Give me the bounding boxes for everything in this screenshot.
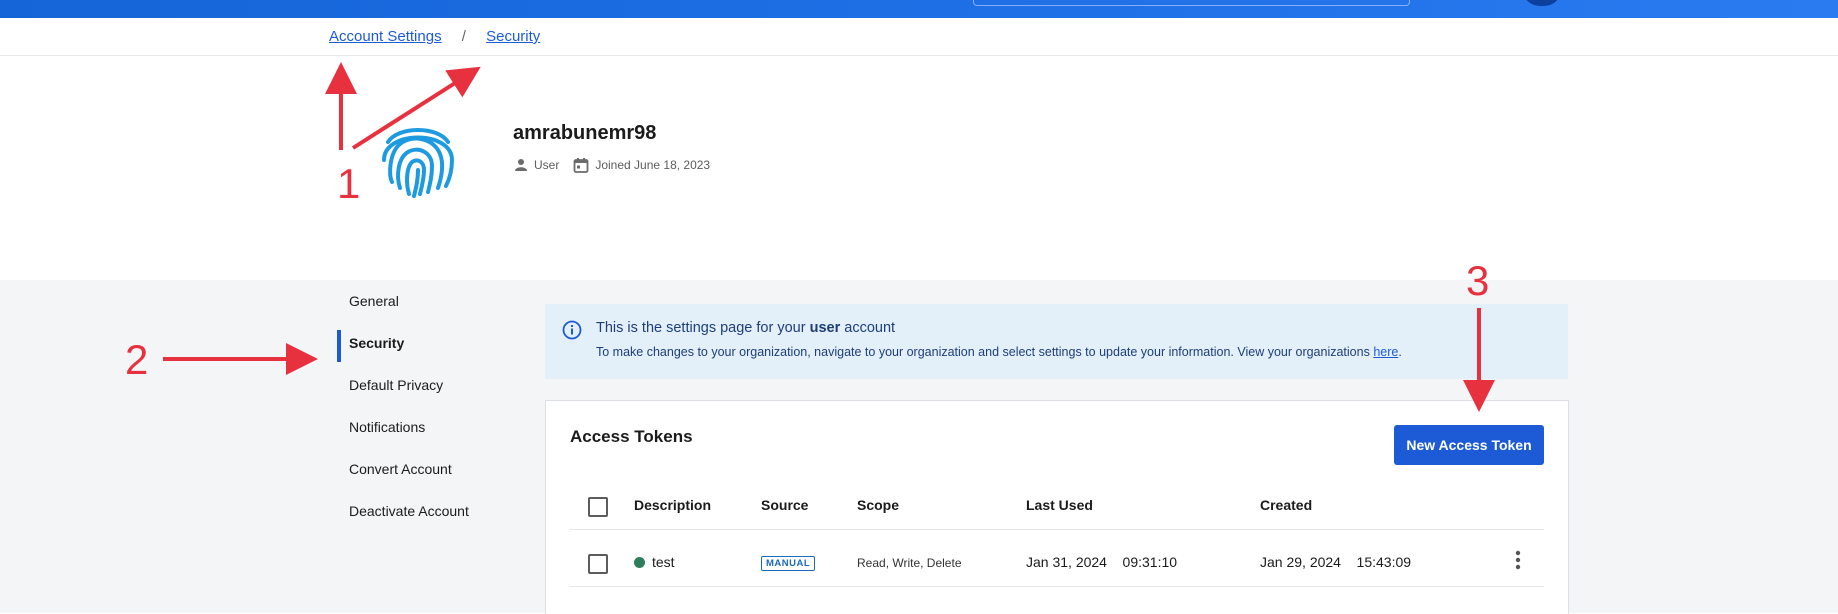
sidebar-item-default-privacy[interactable]: Default Privacy (337, 364, 507, 406)
access-tokens-title: Access Tokens (570, 427, 693, 446)
row-select-checkbox[interactable] (588, 554, 608, 574)
token-created: Jan 29, 2024 15:43:09 (1260, 554, 1411, 570)
global-search-input[interactable] (973, 0, 1410, 6)
banner-title-emphasis: user (809, 320, 841, 336)
annotation-number-3: 3 (1466, 257, 1490, 304)
settings-content: General Security Default Privacy Notific… (0, 280, 1838, 614)
info-banner: This is the settings page for your user … (545, 304, 1568, 379)
last-used-time: 09:31:10 (1122, 554, 1178, 570)
breadcrumb-divider (0, 55, 1838, 56)
user-avatar[interactable] (1522, 0, 1562, 6)
token-scope: Read, Write, Delete (857, 556, 962, 570)
sidebar-item-security[interactable]: Security (337, 322, 507, 364)
new-access-token-button[interactable]: New Access Token (1394, 425, 1544, 465)
active-status-dot (634, 557, 645, 568)
breadcrumb-separator: / (461, 28, 466, 45)
profile-joined-label: Joined June 18, 2023 (595, 158, 711, 172)
banner-title-suffix: account (844, 320, 896, 336)
banner-title-prefix: This is the settings page for your (596, 320, 806, 336)
last-used-date: Jan 31, 2024 (1026, 554, 1107, 570)
token-description: test (634, 554, 675, 570)
profile-role-label: User (534, 158, 560, 172)
banner-description-text: To make changes to your organization, na… (596, 345, 1370, 359)
select-all-checkbox[interactable] (588, 497, 608, 517)
annotation-number-1: 1 (337, 160, 361, 207)
token-description-text: test (652, 554, 675, 570)
settings-sidebar: General Security Default Privacy Notific… (337, 280, 507, 532)
calendar-icon (573, 158, 589, 173)
token-source: MANUAL (761, 553, 816, 571)
sidebar-item-convert-account[interactable]: Convert Account (337, 448, 507, 490)
organizations-here-link[interactable]: here (1373, 345, 1398, 359)
profile-joined: Joined June 18, 2023 (573, 157, 710, 173)
column-header-last-used[interactable]: Last Used (1026, 497, 1093, 513)
column-header-scope[interactable]: Scope (857, 497, 899, 513)
created-date: Jan 29, 2024 (1260, 554, 1341, 570)
table-row-divider (570, 586, 1544, 587)
column-header-created[interactable]: Created (1260, 497, 1312, 513)
token-last-used: Jan 31, 2024 09:31:10 (1026, 554, 1177, 570)
fingerprint-icon (382, 128, 455, 198)
banner-description-end: . (1398, 345, 1402, 359)
created-time: 15:43:09 (1356, 554, 1412, 570)
sidebar-item-notifications[interactable]: Notifications (337, 406, 507, 448)
sidebar-item-deactivate-account[interactable]: Deactivate Account (337, 490, 507, 532)
banner-description: To make changes to your organization, na… (596, 345, 1402, 359)
user-icon (515, 159, 527, 171)
column-header-description[interactable]: Description (634, 497, 711, 513)
more-options-icon[interactable] (1510, 548, 1526, 572)
top-navigation-bar (0, 0, 1838, 18)
profile-role: User (514, 158, 559, 172)
breadcrumb-account-settings-link[interactable]: Account Settings (329, 28, 442, 45)
annotation-number-2: 2 (125, 336, 149, 383)
column-header-source[interactable]: Source (761, 497, 808, 513)
profile-meta: User Joined June 18, 2023 (514, 157, 724, 173)
banner-title: This is the settings page for your user … (596, 320, 895, 336)
breadcrumb-security-link[interactable]: Security (486, 28, 540, 45)
source-badge: MANUAL (761, 556, 816, 571)
breadcrumb: Account Settings / Security (329, 28, 540, 45)
sidebar-item-general[interactable]: General (337, 280, 507, 322)
table-header-divider (570, 529, 1544, 530)
profile-username: amrabunemr98 (513, 122, 657, 144)
access-tokens-card: Access Tokens New Access Token Descripti… (545, 400, 1569, 614)
info-icon (562, 320, 582, 340)
